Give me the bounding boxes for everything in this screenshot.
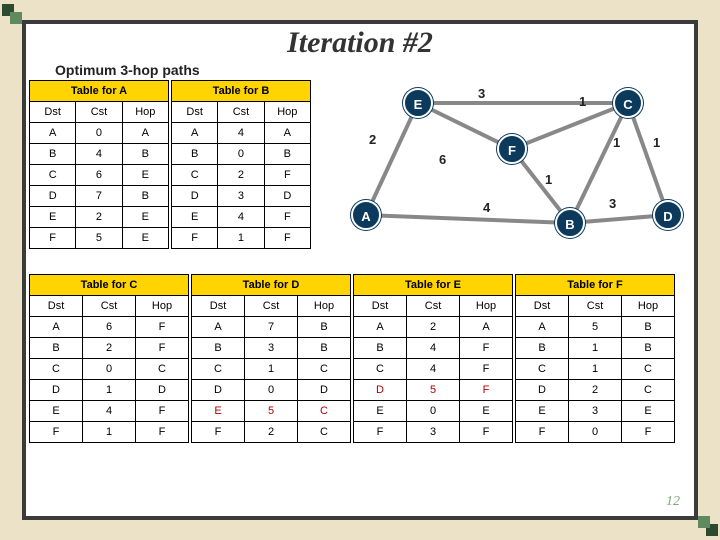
edge-weight: 1: [613, 135, 620, 150]
bottom-row: Table for CDstCstHopA6FB2FC0CD1DE4FF1F T…: [29, 274, 691, 443]
routing-table-A: Table for ADstCstHopA0AB4BC6ED7BE2EF5E: [29, 80, 169, 249]
table-row: A4A: [172, 123, 311, 144]
table-row: C1C: [516, 359, 675, 380]
col-header: Hop: [136, 296, 189, 317]
table-caption: Table for A: [30, 81, 169, 102]
edge-weight: 1: [545, 172, 552, 187]
table-caption: Table for C: [30, 275, 189, 296]
col-header: Hop: [264, 102, 310, 123]
col-header: Dst: [192, 296, 245, 317]
page-subtitle: Optimum 3-hop paths: [55, 62, 691, 78]
page-number: 12: [666, 494, 680, 510]
col-header: Cst: [407, 296, 460, 317]
table-row: F0F: [516, 422, 675, 443]
edge-weight: 1: [579, 94, 586, 109]
table-row: B1B: [516, 338, 675, 359]
routing-table-D: Table for DDstCstHopA7BB3BC1CD0DE5CF2C: [191, 274, 351, 443]
table-row: E4F: [172, 207, 311, 228]
col-header: Cst: [569, 296, 622, 317]
table-row: B0B: [172, 144, 311, 165]
edge-weight: 6: [439, 152, 446, 167]
edge-weight: 3: [478, 86, 485, 101]
top-row: Table for ADstCstHopA0AB4BC6ED7BE2EF5E T…: [29, 80, 691, 275]
graph-node-A: A: [351, 200, 381, 230]
network-graph: 3 2 6 4 1 1 1 3 1 E C A B F D: [313, 80, 691, 275]
table-row: C2F: [172, 165, 311, 186]
table-row: A5B: [516, 317, 675, 338]
table-row: D7B: [30, 186, 169, 207]
table-row: F3F: [354, 422, 513, 443]
routing-table-C: Table for CDstCstHopA6FB2FC0CD1DE4FF1F: [29, 274, 189, 443]
table-row: D0D: [192, 380, 351, 401]
col-header: Dst: [172, 102, 218, 123]
col-header: Cst: [218, 102, 264, 123]
edge-weight: 1: [653, 135, 660, 150]
table-caption: Table for E: [354, 275, 513, 296]
table-row: F1F: [30, 422, 189, 443]
table-row: E0E: [354, 401, 513, 422]
table-row: D3D: [172, 186, 311, 207]
table-row: C4F: [354, 359, 513, 380]
table-row: C1C: [192, 359, 351, 380]
col-header: Dst: [30, 296, 83, 317]
col-header: Dst: [30, 102, 76, 123]
graph-node-C: C: [613, 88, 643, 118]
page-title: Iteration #2: [29, 26, 691, 60]
graph-node-B: B: [555, 208, 585, 238]
col-header: Hop: [122, 102, 168, 123]
edge-weight: 3: [609, 196, 616, 211]
routing-table-F: Table for FDstCstHopA5BB1BC1CD2CE3EF0F: [515, 274, 675, 443]
col-header: Cst: [76, 102, 122, 123]
table-row: E2E: [30, 207, 169, 228]
col-header: Cst: [245, 296, 298, 317]
table-row: B3B: [192, 338, 351, 359]
table-row: F5E: [30, 228, 169, 249]
table-row: A2A: [354, 317, 513, 338]
col-header: Hop: [622, 296, 675, 317]
table-row: A0A: [30, 123, 169, 144]
routing-table-E: Table for EDstCstHopA2AB4FC4FD5FE0EF3F: [353, 274, 513, 443]
table-caption: Table for F: [516, 275, 675, 296]
routing-table-B: Table for BDstCstHopA4AB0BC2FD3DE4FF1F: [171, 80, 311, 249]
table-row: E5C: [192, 401, 351, 422]
table-caption: Table for B: [172, 81, 311, 102]
content-frame: Iteration #2 Optimum 3-hop paths Table f…: [22, 20, 698, 520]
col-header: Cst: [83, 296, 136, 317]
graph-node-F: F: [497, 134, 527, 164]
edge-weight: 4: [483, 200, 490, 215]
table-row: E3E: [516, 401, 675, 422]
table-row: F2C: [192, 422, 351, 443]
table-row: B2F: [30, 338, 189, 359]
col-header: Hop: [298, 296, 351, 317]
table-row: A7B: [192, 317, 351, 338]
table-row: D2C: [516, 380, 675, 401]
table-row: B4F: [354, 338, 513, 359]
table-row: D5F: [354, 380, 513, 401]
col-header: Hop: [460, 296, 513, 317]
table-row: C0C: [30, 359, 189, 380]
table-row: B4B: [30, 144, 169, 165]
table-row: E4F: [30, 401, 189, 422]
table-row: D1D: [30, 380, 189, 401]
table-row: A6F: [30, 317, 189, 338]
table-row: C6E: [30, 165, 169, 186]
col-header: Dst: [354, 296, 407, 317]
graph-node-D: D: [653, 200, 683, 230]
edge-weight: 2: [369, 132, 376, 147]
col-header: Dst: [516, 296, 569, 317]
table-caption: Table for D: [192, 275, 351, 296]
graph-node-E: E: [403, 88, 433, 118]
table-row: F1F: [172, 228, 311, 249]
